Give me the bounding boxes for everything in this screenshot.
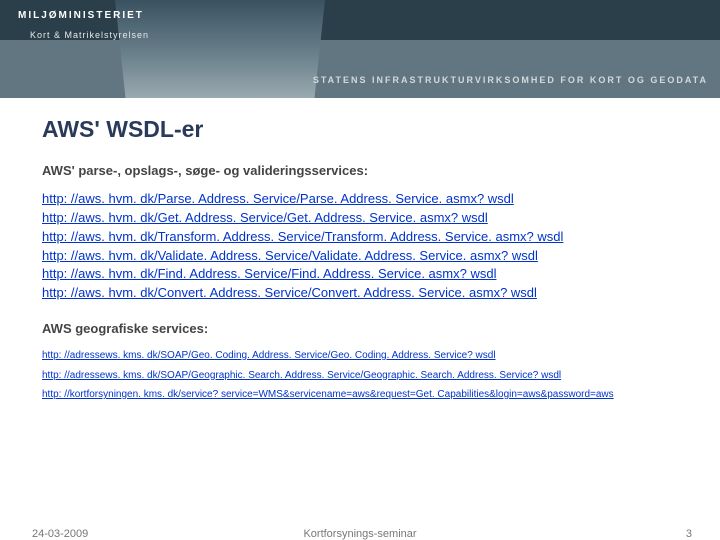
- page-title: AWS' WSDL-er: [42, 116, 688, 143]
- header-banner: MILJØMINISTERIET Kort & Matrikelstyrelse…: [0, 0, 720, 98]
- wsdl-link[interactable]: http: //aws. hvm. dk/Get. Address. Servi…: [42, 209, 688, 228]
- link-list-1: http: //aws. hvm. dk/Parse. Address. Ser…: [42, 190, 688, 303]
- wsdl-link[interactable]: http: //aws. hvm. dk/Parse. Address. Ser…: [42, 190, 688, 209]
- section-2-heading: AWS geografiske services:: [42, 321, 688, 336]
- footer-title: Kortforsynings-seminar: [0, 528, 720, 540]
- wsdl-link[interactable]: http: //aws. hvm. dk/Find. Address. Serv…: [42, 265, 688, 284]
- wsdl-link[interactable]: http: //adressews. kms. dk/SOAP/Geo. Cod…: [42, 348, 688, 364]
- ministry-label: MILJØMINISTERIET: [18, 10, 144, 21]
- wsdl-link[interactable]: http: //kortforsyningen. kms. dk/service…: [42, 387, 688, 403]
- agency-label: Kort & Matrikelstyrelsen: [30, 30, 149, 40]
- banner-image: [115, 0, 325, 98]
- footer-page-number: 3: [686, 528, 692, 540]
- wsdl-link[interactable]: http: //aws. hvm. dk/Transform. Address.…: [42, 228, 688, 247]
- wsdl-link[interactable]: http: //aws. hvm. dk/Convert. Address. S…: [42, 284, 688, 303]
- wsdl-link[interactable]: http: //adressews. kms. dk/SOAP/Geograph…: [42, 368, 688, 384]
- slide-content: AWS' WSDL-er AWS' parse-, opslags-, søge…: [0, 98, 720, 403]
- tagline-label: STATENS INFRASTRUKTURVIRKSOMHED FOR KORT…: [313, 75, 708, 85]
- wsdl-link[interactable]: http: //aws. hvm. dk/Validate. Address. …: [42, 247, 688, 266]
- section-1-heading: AWS' parse-, opslags-, søge- og valideri…: [42, 163, 688, 178]
- link-list-2: http: //adressews. kms. dk/SOAP/Geo. Cod…: [42, 348, 688, 403]
